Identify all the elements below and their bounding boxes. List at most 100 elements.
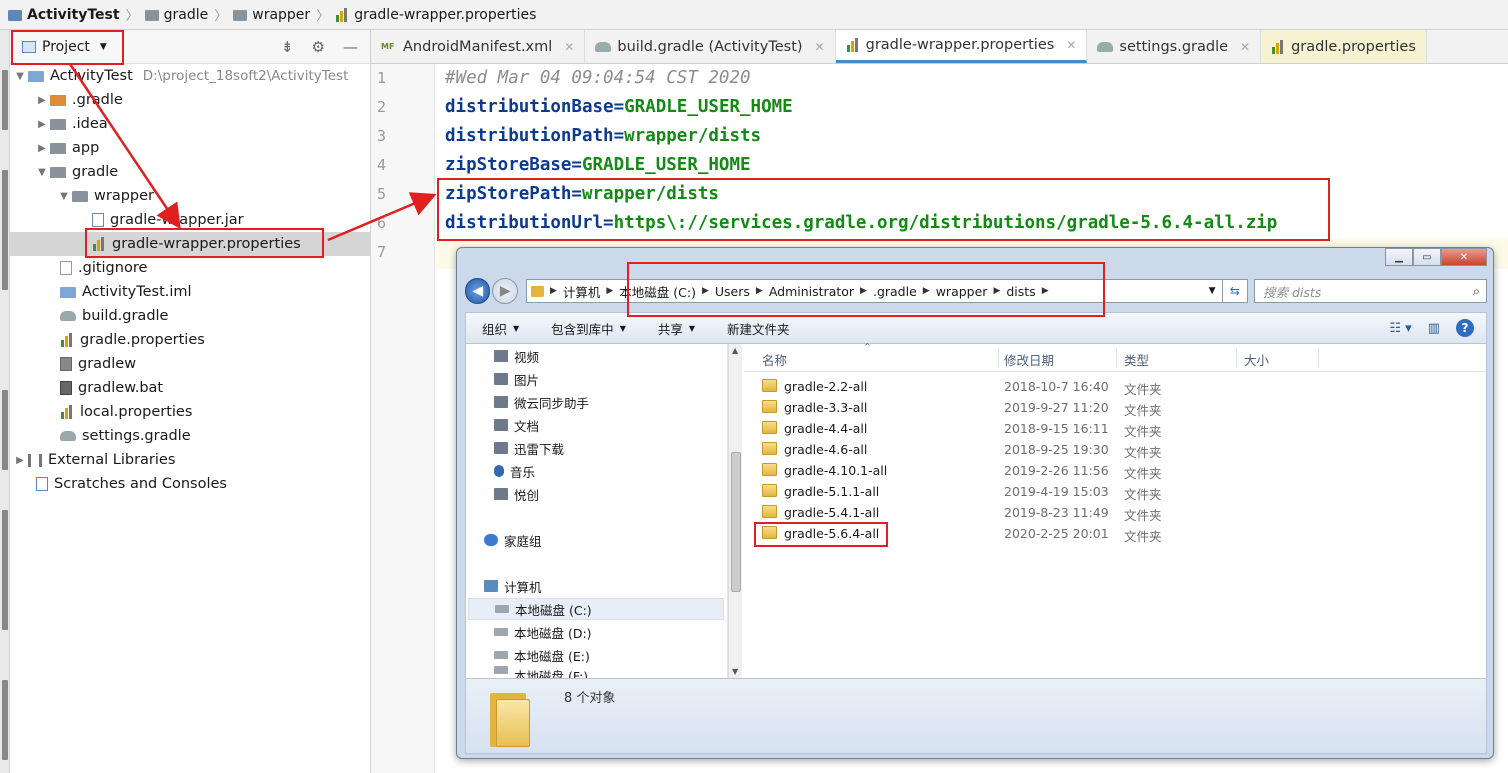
project-folder-icon (28, 70, 44, 82)
file-row[interactable]: gradle-4.6-all 2018-9-25 19:30 文件夹 (744, 439, 1486, 460)
column-name[interactable]: 名称 (762, 350, 787, 369)
breadcrumb-item-gradle[interactable]: gradle (141, 7, 213, 23)
close-icon[interactable]: ✕ (815, 40, 825, 54)
tree-item-app[interactable]: ▶ app (10, 136, 371, 160)
column-type[interactable]: 类型 (1124, 350, 1149, 369)
tree-item-settings-gradle[interactable]: settings.gradle (10, 424, 371, 448)
preview-pane-icon[interactable]: ▥ (1428, 321, 1440, 336)
chevron-down-icon[interactable]: ▼ (1209, 286, 1222, 296)
tree-item-activitytest[interactable]: ▼ ActivityTest D:\project_18soft2\Activi… (10, 64, 371, 88)
share-menu[interactable]: 共享 ▼ (642, 319, 711, 338)
tree-item-scratches[interactable]: Scratches and Consoles (10, 472, 371, 496)
tab-settings-gradle[interactable]: settings.gradle ✕ (1087, 30, 1262, 63)
manifest-icon: MF (381, 42, 395, 51)
collapsed-arrow-icon[interactable]: ▶ (34, 119, 50, 130)
code-line: distributionBase=GRADLE_USER_HOME (445, 93, 793, 122)
nav-scrollbar[interactable]: ▲ ▼ (728, 344, 742, 678)
file-type: 文件夹 (1124, 424, 1162, 439)
file-date: 2018-9-25 19:30 (1004, 442, 1109, 457)
breadcrumb-item-wrapper[interactable]: wrapper (229, 7, 314, 23)
property-value: GRADLE_USER_HOME (581, 155, 751, 175)
scroll-down-icon[interactable]: ▼ (732, 667, 738, 676)
scroll-up-icon[interactable]: ▲ (732, 346, 738, 355)
minimize-icon[interactable]: ▁ (1385, 248, 1413, 266)
gear-icon[interactable]: ⚙ (312, 38, 325, 56)
nav-item[interactable]: 文档 (494, 414, 539, 436)
property-value: GRADLE_USER_HOME (624, 97, 793, 117)
search-icon[interactable]: ⌕ (1473, 283, 1480, 299)
tree-item-gradlew[interactable]: gradlew (10, 352, 371, 376)
line-number: 4 (377, 156, 387, 174)
column-date[interactable]: 修改日期 (1004, 350, 1054, 369)
nav-item[interactable]: 微云同步助手 (494, 391, 589, 413)
view-options-icon[interactable]: ☷ ▾ (1389, 321, 1411, 336)
nav-item[interactable]: 悦创 (494, 483, 539, 505)
hide-panel-icon[interactable]: — (343, 38, 358, 56)
file-row[interactable]: gradle-5.4.1-all 2019-8-23 11:49 文件夹 (744, 502, 1486, 523)
tree-item-idea[interactable]: ▶ .idea (10, 112, 371, 136)
tree-item-iml[interactable]: ActivityTest.iml (10, 280, 371, 304)
nav-item-drive-d[interactable]: 本地磁盘 (D:) (494, 621, 592, 643)
chevron-right-icon[interactable]: ▶ (550, 286, 557, 296)
tree-item-gradlew-bat[interactable]: gradlew.bat (10, 376, 371, 400)
library-icon (28, 453, 42, 467)
collapsed-arrow-icon[interactable]: ▶ (34, 95, 50, 106)
breadcrumb-item-project[interactable]: ActivityTest (4, 7, 124, 23)
tree-item-external-libraries[interactable]: ▶ External Libraries (10, 448, 371, 472)
file-row[interactable]: gradle-2.2-all 2018-10-7 16:40 文件夹 (744, 376, 1486, 397)
folder-icon (144, 10, 159, 21)
properties-file-icon (1271, 39, 1285, 54)
breadcrumb: ActivityTest 〉 gradle 〉 wrapper 〉 gradle… (0, 0, 1508, 30)
nav-item-drive-c[interactable]: 本地磁盘 (C:) (468, 598, 724, 620)
collapsed-arrow-icon[interactable]: ▶ (12, 455, 28, 466)
file-row[interactable]: gradle-4.4-all 2018-9-15 16:11 文件夹 (744, 418, 1486, 439)
tree-item-gradle-properties[interactable]: gradle.properties (10, 328, 371, 352)
forward-arrow-icon[interactable]: ▶ (492, 278, 518, 304)
nav-item[interactable]: 迅雷下载 (494, 437, 564, 459)
address-segment[interactable]: 计算机 ▶ (563, 282, 613, 301)
tree-item-local-properties[interactable]: local.properties (10, 400, 371, 424)
new-folder-button[interactable]: 新建文件夹 (711, 319, 806, 338)
nav-item-homegroup[interactable]: 家庭组 (484, 529, 542, 551)
close-icon[interactable]: ✕ (1066, 38, 1076, 52)
close-icon[interactable]: ✕ (564, 40, 574, 54)
expanded-arrow-icon[interactable]: ▼ (12, 71, 28, 82)
collapsed-arrow-icon[interactable]: ▶ (34, 143, 50, 154)
collapse-all-icon[interactable]: ⇟ (281, 38, 294, 56)
nav-item[interactable]: 音乐 (494, 460, 535, 482)
tab-label: AndroidManifest.xml (403, 38, 553, 55)
tab-gradle-wrapper-properties[interactable]: gradle-wrapper.properties ✕ (835, 30, 1088, 63)
nav-item-drive-e[interactable]: 本地磁盘 (E:) (494, 644, 590, 666)
nav-item-drive-f[interactable]: 本地磁盘 (F:) (494, 666, 588, 678)
file-row[interactable]: gradle-5.1.1-all 2019-4-19 15:03 文件夹 (744, 481, 1486, 502)
nav-item[interactable]: 视频 (494, 345, 539, 367)
nav-item-computer[interactable]: 计算机 (484, 575, 542, 597)
expanded-arrow-icon[interactable]: ▼ (34, 167, 50, 178)
refresh-icon[interactable]: ⇆ (1222, 279, 1248, 303)
search-input[interactable]: 搜索 dists ⌕ (1253, 279, 1487, 303)
tree-item-dot-gradle[interactable]: ▶ .gradle (10, 88, 371, 112)
tab-gradle-properties[interactable]: gradle.properties (1261, 30, 1427, 63)
tree-item-gitignore[interactable]: .gitignore (10, 256, 371, 280)
scrollbar-thumb[interactable] (731, 452, 741, 592)
file-name: gradle-5.4.1-all (784, 505, 880, 520)
file-row[interactable]: gradle-4.10.1-all 2019-2-26 11:56 文件夹 (744, 460, 1486, 481)
include-in-library-menu[interactable]: 包含到库中 ▼ (535, 319, 642, 338)
close-icon[interactable]: ✕ (1441, 248, 1487, 266)
tree-item-build-gradle[interactable]: build.gradle (10, 304, 371, 328)
expanded-arrow-icon[interactable]: ▼ (56, 191, 72, 202)
breadcrumb-item-file[interactable]: gradle-wrapper.properties (331, 7, 540, 23)
tab-build-gradle[interactable]: build.gradle (ActivityTest) ✕ (585, 30, 836, 63)
organize-menu[interactable]: 组织 ▼ (466, 319, 535, 338)
file-type: 文件夹 (1124, 529, 1162, 544)
nav-item[interactable]: 图片 (494, 368, 539, 390)
maximize-icon[interactable]: ▭ (1413, 248, 1441, 266)
help-icon[interactable]: ? (1456, 319, 1474, 337)
tab-android-manifest[interactable]: MF AndroidManifest.xml ✕ (371, 30, 586, 63)
file-row[interactable]: gradle-3.3-all 2019-9-27 11:20 文件夹 (744, 397, 1486, 418)
tree-item-wrapper[interactable]: ▼ wrapper (10, 184, 371, 208)
tree-item-gradle[interactable]: ▼ gradle (10, 160, 371, 184)
back-arrow-icon[interactable]: ◀ (465, 278, 491, 304)
column-size[interactable]: 大小 (1244, 350, 1269, 369)
close-icon[interactable]: ✕ (1240, 40, 1250, 54)
